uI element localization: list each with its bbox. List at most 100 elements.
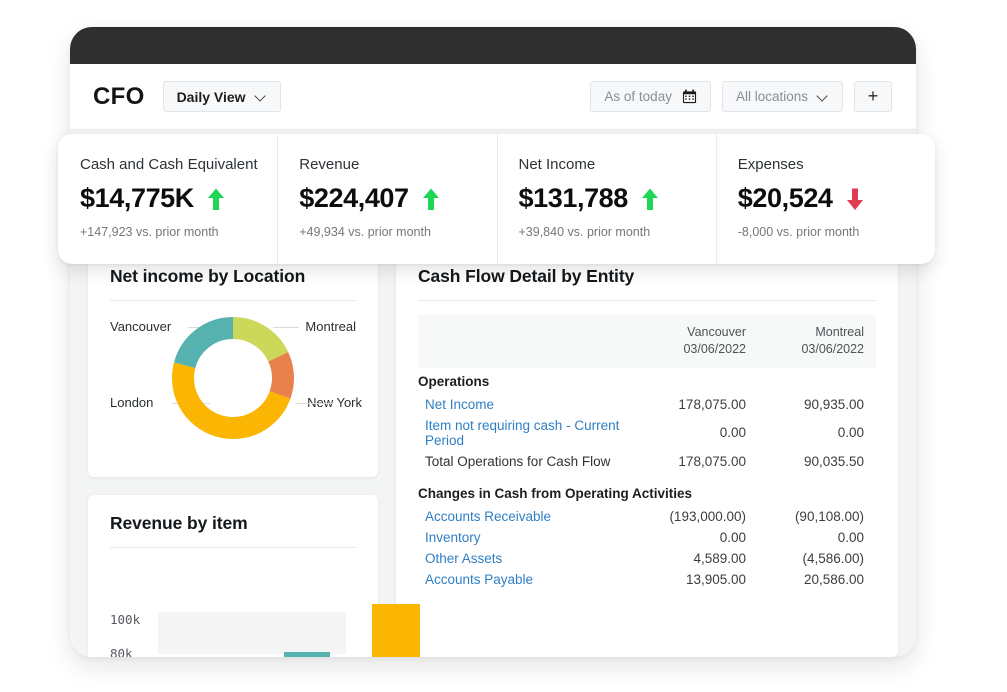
right-column: Cash Flow Detail by Entity Vancouver 03/…: [396, 248, 898, 657]
kpi-delta: +39,840 vs. prior month: [518, 225, 651, 239]
kpi-card-revenue: Revenue $224,407 +49,934 vs. prior month: [277, 134, 496, 264]
location-filter[interactable]: All locations: [721, 81, 843, 112]
net-income-by-location-card: Net income by Location Vancouver Montrea…: [88, 248, 378, 477]
kpi-delta: -8,000 vs. prior month: [737, 225, 860, 239]
calendar-icon: [682, 89, 697, 104]
arrow-up-icon: [207, 188, 224, 210]
kpi-value: $20,524: [737, 183, 833, 213]
row-value-vancouver: 0.00: [719, 529, 746, 545]
chevron-down-icon: [818, 91, 829, 102]
donut-chart: Vancouver Montreal London New York: [110, 311, 362, 461]
row-value-vancouver: 0.00: [719, 425, 746, 441]
kpi-delta: +147,923 vs. prior month: [80, 225, 219, 239]
revenue-by-item-card: Revenue by item 100k 80k: [88, 495, 420, 657]
kpi-summary-strip: Cash and Cash Equivalent $14,775K +147,9…: [58, 134, 935, 264]
row-value-montreal: 90,035.50: [803, 453, 864, 469]
row-value-montreal: 0.00: [837, 425, 864, 441]
table-row: Total Operations for Cash Flow 178,075.0…: [418, 451, 876, 472]
section-heading: Changes in Cash from Operating Activitie…: [418, 485, 693, 501]
window-titlebar: [70, 27, 916, 64]
kpi-value-row: $131,788: [519, 183, 716, 214]
row-label[interactable]: Inventory: [418, 527, 640, 548]
section-heading: Operations: [418, 373, 490, 389]
table-row[interactable]: Other Assets 4,589.00 (4,586.00): [418, 548, 876, 569]
donut-label-vancouver: Vancouver: [110, 319, 172, 334]
kpi-card-cash-and-cash-equivalent: Cash and Cash Equivalent $14,775K +147,9…: [58, 134, 277, 264]
kpi-value-row: $224,407: [299, 183, 496, 214]
row-label[interactable]: Item not requiring cash - Current Period: [418, 415, 640, 451]
row-value-montreal: (4,586.00): [802, 550, 864, 566]
header-actions: As of today All locations +: [590, 81, 892, 112]
table-section-changes-in-cash: Changes in Cash from Operating Activitie…: [418, 472, 876, 506]
row-label[interactable]: Accounts Receivable: [418, 506, 640, 527]
divider: [110, 300, 356, 301]
row-value-montreal: 90,935.00: [803, 396, 864, 412]
card-title: Net income by Location: [110, 266, 306, 286]
cash-flow-detail-card: Cash Flow Detail by Entity Vancouver 03/…: [396, 248, 898, 657]
bar-item-3: [372, 604, 420, 657]
date-filter-label: As of today: [604, 89, 672, 104]
row-value-vancouver: (193,000.00): [669, 508, 746, 524]
table-section-operations: Operations: [418, 368, 876, 394]
chevron-down-icon: [256, 91, 267, 102]
row-label[interactable]: Accounts Payable: [418, 569, 640, 590]
table-row[interactable]: Item not requiring cash - Current Period…: [418, 415, 876, 451]
donut-label-london: London: [110, 395, 154, 410]
kpi-label: Cash and Cash Equivalent: [80, 156, 258, 173]
view-selector-label: Daily View: [176, 88, 246, 105]
row-label[interactable]: Net Income: [418, 394, 640, 415]
arrow-down-icon: [846, 188, 863, 210]
column-date: 03/06/2022: [683, 341, 746, 356]
table-row[interactable]: Accounts Payable 13,905.00 20,586.00: [418, 569, 876, 590]
row-value-vancouver: 178,075.00: [678, 453, 746, 469]
kpi-value-row: $20,524: [738, 183, 935, 214]
kpi-value: $131,788: [518, 183, 629, 213]
row-value-montreal: (90,108.00): [794, 508, 864, 524]
bar-item-2: [284, 652, 330, 657]
plus-icon: +: [867, 86, 879, 106]
row-value-vancouver: 13,905.00: [685, 571, 746, 587]
row-value-montreal: 20,586.00: [803, 571, 864, 587]
table-body: Operations Net Income 178,075.00 90,935.…: [418, 368, 876, 590]
date-filter[interactable]: As of today: [590, 81, 711, 112]
kpi-value-row: $14,775K: [80, 183, 277, 214]
leader-line: [295, 403, 333, 404]
row-value-montreal: 0.00: [837, 529, 864, 545]
column-date: 03/06/2022: [801, 341, 864, 356]
app-window: CFO Daily View As of today All locations…: [70, 27, 916, 657]
table-header-blank: [418, 315, 640, 368]
divider: [418, 300, 876, 301]
view-selector[interactable]: Daily View: [162, 81, 281, 112]
arrow-up-icon: [641, 188, 658, 210]
divider: [110, 547, 356, 548]
table-row[interactable]: Net Income 178,075.00 90,935.00: [418, 394, 876, 415]
left-column: Net income by Location Vancouver Montrea…: [88, 248, 420, 657]
kpi-card-net-income: Net Income $131,788 +39,840 vs. prior mo…: [496, 134, 716, 264]
column-entity: Vancouver: [687, 325, 746, 339]
row-label[interactable]: Other Assets: [418, 548, 640, 569]
kpi-label: Expenses: [737, 156, 804, 173]
kpi-label: Net Income: [518, 156, 596, 173]
y-axis-tick-100k: 100k: [110, 612, 141, 627]
add-button[interactable]: +: [854, 81, 892, 112]
y-axis-tick-80k: 80k: [110, 646, 133, 657]
bar-plot-area: [158, 564, 420, 657]
kpi-delta: +49,934 vs. prior month: [299, 225, 431, 239]
table-header-row: Vancouver 03/06/2022 Montreal 03/06/2022: [418, 315, 876, 368]
app-header: CFO Daily View As of today All locations…: [70, 64, 916, 130]
table-row[interactable]: Accounts Receivable (193,000.00) (90,108…: [418, 506, 876, 527]
column-entity: Montreal: [815, 325, 864, 339]
location-filter-label: All locations: [735, 89, 808, 104]
kpi-card-expenses: Expenses $20,524 -8,000 vs. prior month: [715, 134, 935, 264]
table-row[interactable]: Inventory 0.00 0.00: [418, 527, 876, 548]
card-title: Cash Flow Detail by Entity: [418, 266, 635, 286]
arrow-up-icon: [422, 188, 439, 210]
page-title: CFO: [93, 82, 145, 110]
row-value-vancouver: 4,589.00: [693, 550, 746, 566]
kpi-value: $224,407: [299, 183, 409, 213]
donut-svg: [172, 317, 294, 439]
card-title: Revenue by item: [110, 513, 248, 533]
kpi-label: Revenue: [299, 156, 360, 173]
row-value-vancouver: 178,075.00: [678, 396, 746, 412]
kpi-value: $14,775K: [80, 183, 194, 213]
